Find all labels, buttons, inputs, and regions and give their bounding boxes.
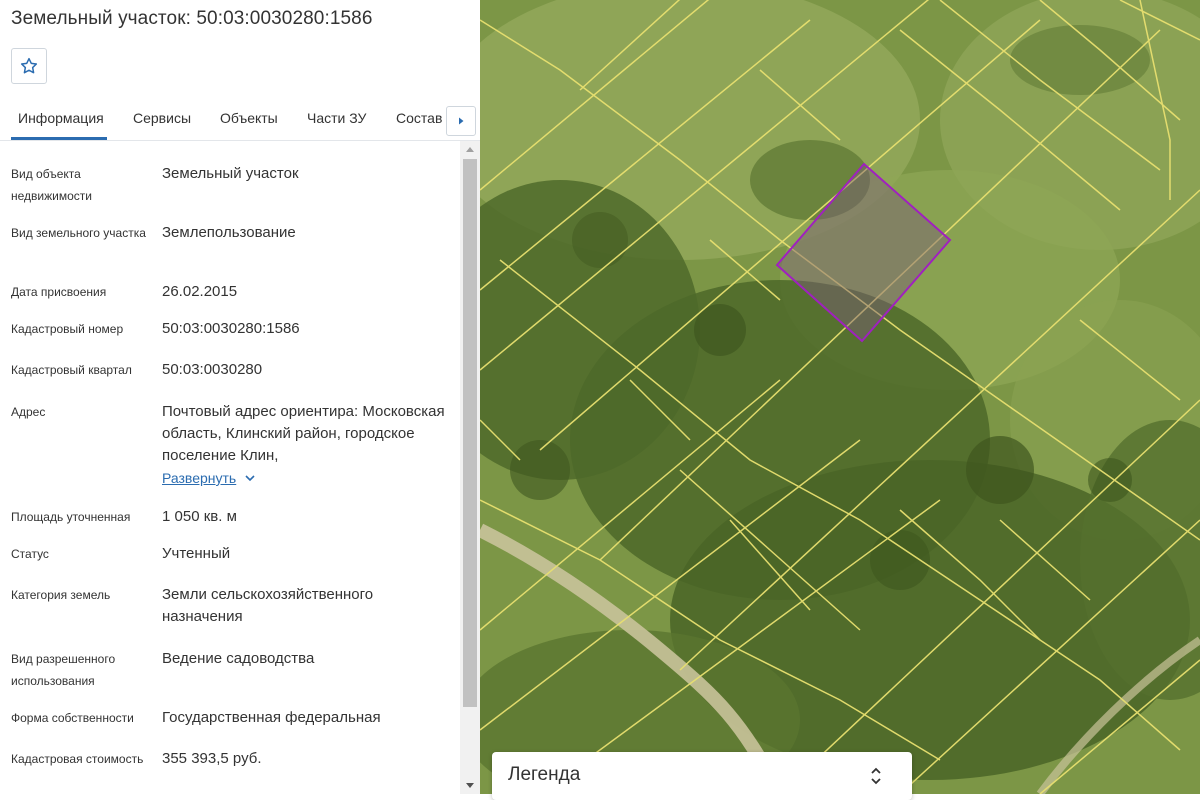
detail-label: Вид разрешенного использования — [11, 652, 116, 688]
legend-title: Легенда — [508, 764, 581, 785]
tab-parts[interactable]: Части ЗУ — [307, 110, 366, 126]
expand-link[interactable]: Развернуть — [162, 470, 236, 486]
details-list: Вид объекта недвижимости Земельный участ… — [0, 141, 460, 794]
tab-services[interactable]: Сервисы — [133, 110, 191, 126]
chevron-up-down-icon — [871, 767, 881, 785]
detail-label: Адрес — [11, 405, 46, 419]
star-outline-icon — [20, 57, 38, 74]
detail-label: Дата присвоения — [11, 285, 107, 299]
favorite-button[interactable] — [11, 48, 47, 84]
detail-value: 1 050 кв. м — [162, 508, 237, 525]
tab-composition[interactable]: Состав — [396, 110, 442, 126]
scroll-up-arrow-icon[interactable] — [460, 141, 480, 157]
page-title: Земельный участок: 50:03:0030280:1586 — [11, 8, 373, 29]
details-scrollbar[interactable] — [460, 141, 480, 794]
detail-value: 50:03:0030280:1586 — [162, 320, 300, 337]
detail-label: Кадастровый номер — [11, 322, 124, 336]
detail-value: Государственная федеральная — [162, 709, 381, 726]
detail-label: Площадь уточненная — [11, 510, 131, 524]
legend-panel[interactable]: Легенда — [492, 752, 912, 800]
info-panel: Земельный участок: 50:03:0030280:1586 Ин… — [0, 0, 480, 794]
map-view[interactable] — [480, 0, 1200, 794]
detail-value: 26.02.2015 — [162, 283, 238, 300]
detail-value: Почтовый адрес ориентира: Московская обл… — [162, 403, 445, 464]
detail-label: Кадастровая стоимость — [11, 752, 144, 766]
detail-label: Форма собственности — [11, 711, 134, 725]
detail-label: Кадастровый квартал — [11, 363, 132, 377]
detail-value: Землепользование — [162, 224, 296, 241]
tabs-next-button[interactable] — [446, 106, 476, 136]
tab-bar: Информация Сервисы Объекты Части ЗУ Сост… — [0, 100, 480, 141]
detail-value: Учтенный — [162, 545, 231, 562]
detail-value: 355 393,5 руб. — [162, 750, 262, 767]
legend-toggle-button[interactable] — [868, 764, 884, 788]
scroll-thumb[interactable] — [463, 159, 477, 707]
detail-label: Категория земель — [11, 588, 111, 602]
detail-value: Земли сельскохозяйственного назначения — [162, 586, 374, 625]
active-tab-indicator — [11, 137, 107, 140]
detail-label: Вид земельного участка — [11, 226, 146, 240]
detail-value: Ведение садоводства — [162, 650, 315, 667]
chevron-down-icon — [245, 475, 255, 482]
detail-value: Земельный участок — [162, 165, 299, 182]
detail-label: Статус — [11, 547, 49, 561]
tab-objects[interactable]: Объекты — [220, 110, 278, 126]
satellite-map[interactable] — [480, 0, 1200, 794]
detail-value: 50:03:0030280 — [162, 361, 263, 378]
caret-right-icon — [459, 117, 464, 125]
address-expand[interactable]: Развернуть — [162, 470, 256, 486]
detail-label: Вид объекта недвижимости — [11, 167, 92, 203]
scroll-down-arrow-icon[interactable] — [460, 778, 480, 794]
tab-information[interactable]: Информация — [18, 110, 104, 126]
